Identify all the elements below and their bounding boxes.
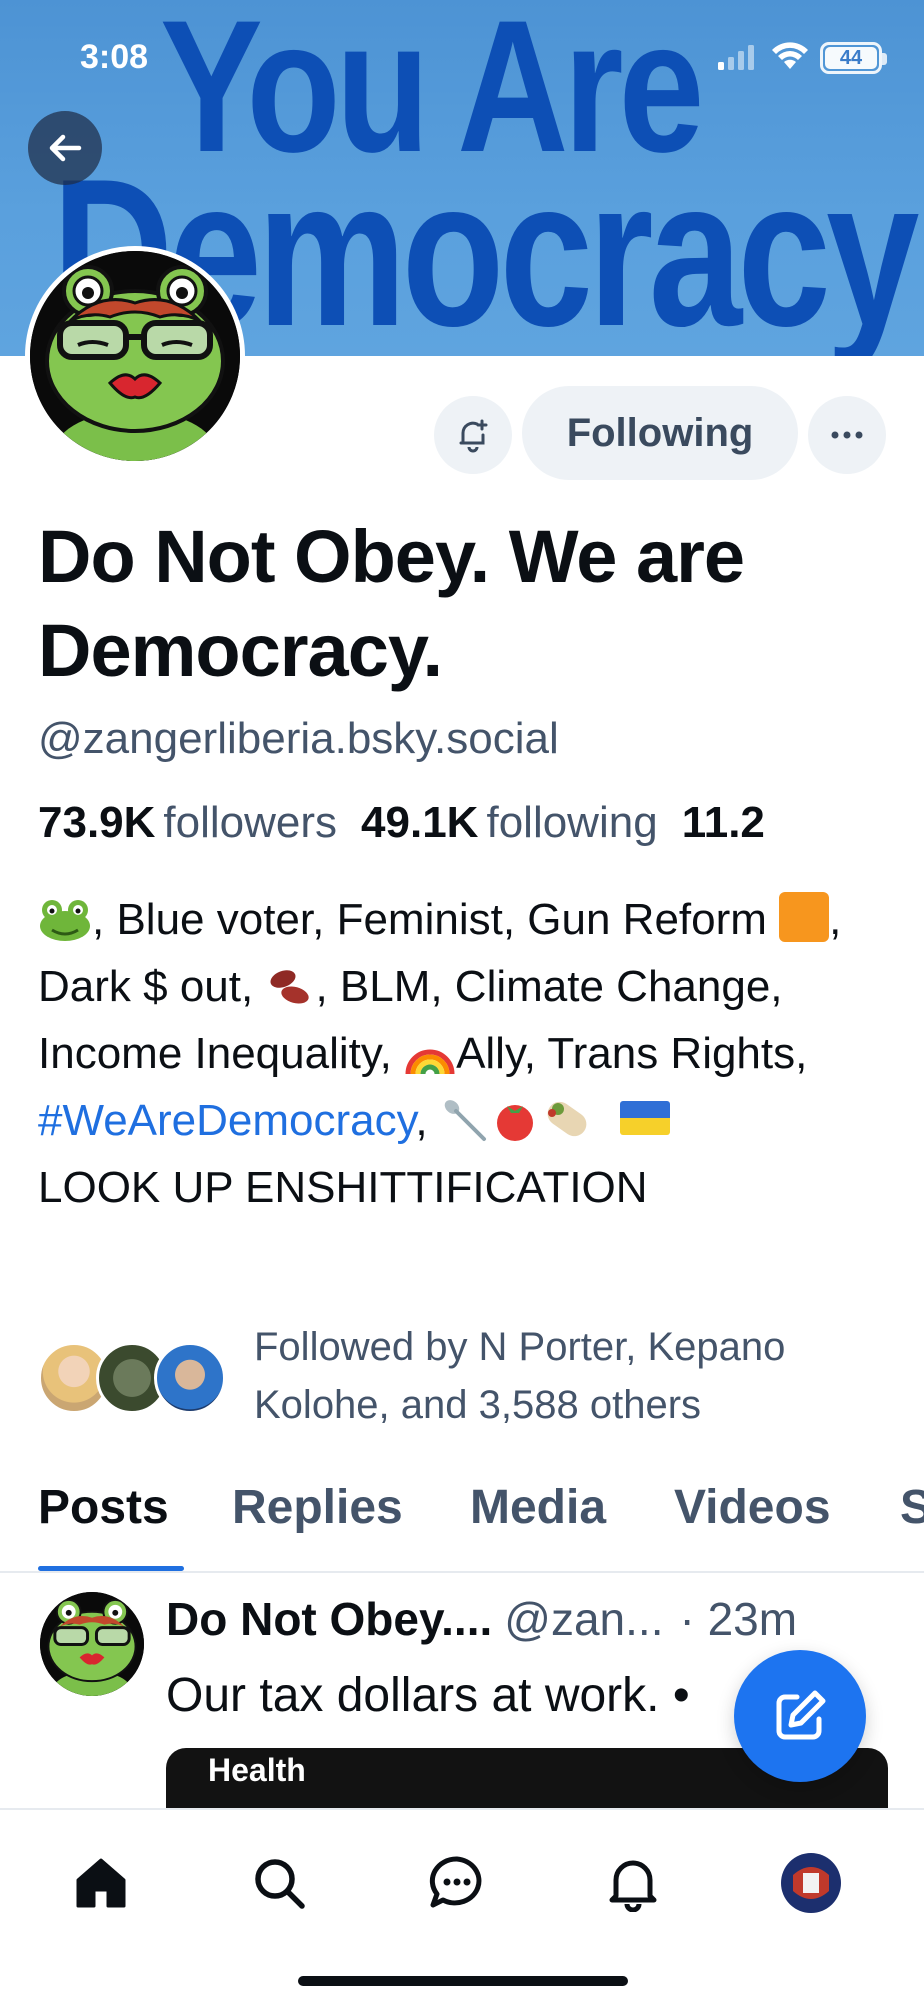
spoon-emoji-icon [444,1100,486,1141]
signal-icon [718,45,754,70]
rainbow-emoji-icon [405,1049,455,1075]
compose-button[interactable] [734,1650,866,1782]
frog-avatar-image [30,251,240,461]
post-header[interactable]: Do Not Obey.... @zan... · 23m [166,1592,797,1646]
frog-avatar-image [40,1592,144,1696]
following-label: following [486,798,658,847]
pencil-square-icon [776,1690,826,1740]
back-button[interactable] [28,111,102,185]
profile-handle: @zangerliberia.bsky.social [38,714,559,763]
battery-icon: 44 [820,42,887,74]
followers-label: followers [163,798,338,847]
notify-subscribe-button[interactable] [434,396,512,474]
orange-square-icon [779,892,830,942]
tab-replies[interactable]: Replies [232,1480,403,1535]
following-count: 49.1K [361,798,479,847]
follower-avatar [154,1342,226,1414]
nav-notifications[interactable] [600,1850,666,1916]
followers-link[interactable]: 73.9K followers [38,798,361,847]
profile-avatar[interactable] [25,246,245,466]
nav-search[interactable] [246,1850,312,1916]
battery-level: 44 [825,47,877,69]
hashtag-link[interactable]: #WeAreDemocracy [38,1096,415,1145]
nav-home[interactable] [68,1850,134,1916]
home-icon [76,1858,126,1908]
status-bar: 3:08 44 [0,0,924,115]
bell-icon [609,1860,657,1912]
following-button[interactable]: Following [522,386,798,480]
post-author-handle: @zan... [504,1593,664,1645]
tab-posts[interactable]: Posts [38,1480,169,1535]
more-options-button[interactable] [808,396,886,474]
user-avatar-icon [781,1853,841,1913]
post-author-name: Do Not Obey.... [166,1593,493,1645]
profile-tabs: Posts Replies Media Videos S [0,1472,924,1572]
profile-stats: 73.9K followers 49.1K following 11.2 [38,798,765,848]
profile-bio: , Blue voter, Feminist, Gun Reform , Dar… [38,886,888,1221]
home-indicator [298,1976,628,1986]
ukraine-flag-icon [619,1101,670,1135]
bio-text-5: , [415,1096,440,1145]
arrow-left-icon [49,134,82,162]
divider [0,1571,924,1573]
following-link[interactable]: 49.1K following [361,798,682,847]
bottom-navigation [0,1808,924,2000]
bio-text-4: Ally, Trans Rights, [456,1029,808,1078]
chat-bubble-icon [429,1856,482,1908]
tomato-emoji-icon [496,1105,533,1141]
tab-media[interactable]: Media [470,1480,606,1535]
post-text[interactable]: Our tax dollars at work. • [166,1668,690,1723]
status-time: 3:08 [80,38,149,76]
frog-emoji-icon [40,900,90,941]
ellipsis-icon [831,431,863,439]
bio-text-1: , Blue voter, Feminist, Gun Reform [92,895,780,944]
profile-display-name: Do Not Obey. We are Democracy. [38,515,745,692]
followed-by-text[interactable]: Followed by N Porter, Kepano Kolohe, and… [254,1318,894,1434]
nav-chat[interactable] [424,1850,490,1916]
post-timestamp: · 23m [679,1593,798,1645]
followers-count: 73.9K [38,798,156,847]
search-icon [255,1859,305,1909]
bell-plus-icon [459,419,488,453]
nav-profile[interactable] [778,1850,844,1916]
post-author-avatar[interactable] [40,1592,144,1696]
bio-text-6: LOOK UP ENSHITTIFICATION [38,1163,648,1212]
posts-count: 11.2 [681,798,765,847]
post-media-label: Health [208,1752,306,1788]
tab-videos[interactable]: Videos [674,1480,831,1535]
tab-overflow[interactable]: S [900,1480,924,1535]
wifi-icon [772,42,808,69]
burrito-emoji-icon [547,1101,587,1137]
followed-by-avatars[interactable] [38,1342,228,1418]
beans-emoji-icon [270,970,310,1004]
